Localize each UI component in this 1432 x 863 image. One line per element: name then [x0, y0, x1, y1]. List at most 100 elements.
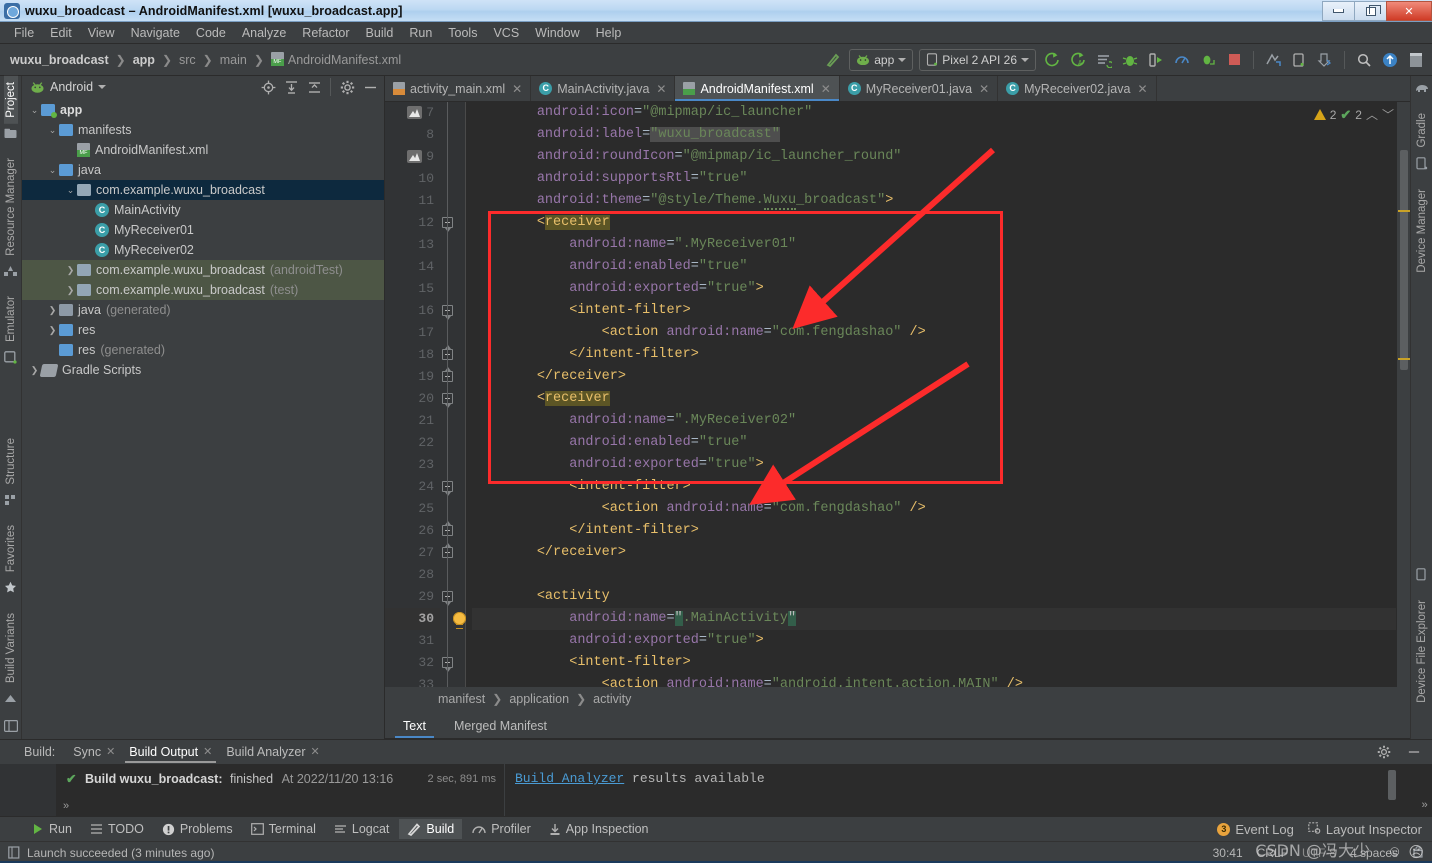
- code-line[interactable]: </receiver>: [472, 366, 1396, 388]
- line-number[interactable]: 24: [385, 476, 440, 498]
- bottom-tab-terminal[interactable]: Terminal: [243, 819, 324, 839]
- maximize-button[interactable]: [1354, 1, 1387, 21]
- code-line[interactable]: <activity: [472, 586, 1396, 608]
- next-problem-icon[interactable]: ﹀: [1382, 106, 1394, 123]
- image-preview-icon[interactable]: [407, 150, 422, 163]
- bottom-tab-todo[interactable]: TODO: [82, 819, 152, 839]
- chevron-down-icon[interactable]: ⌄: [28, 105, 41, 116]
- code-line[interactable]: <action android:name="com.fengdashao" />: [472, 322, 1396, 344]
- breadcrumb-item-2[interactable]: src: [175, 52, 200, 68]
- build-tab-build-output[interactable]: Build Output ✕: [123, 742, 218, 763]
- close-icon[interactable]: ✕: [1137, 82, 1147, 96]
- tree-row[interactable]: ⌄ com.example.wuxu_broadcast: [22, 180, 384, 200]
- code-line[interactable]: android:name=".MainActivity": [472, 608, 1396, 630]
- view-tab-merged-manifest[interactable]: Merged Manifest: [442, 716, 559, 738]
- line-number[interactable]: 32: [385, 652, 440, 674]
- console-scrollbar-thumb[interactable]: [1388, 770, 1396, 800]
- tree-row[interactable]: ·C MyReceiver01: [22, 220, 384, 240]
- code-line[interactable]: <intent-filter>: [472, 300, 1396, 322]
- breadcrumb-item-4[interactable]: AndroidManifest.xml: [267, 51, 405, 68]
- menu-item-window[interactable]: Window: [527, 24, 587, 42]
- line-number[interactable]: 31: [385, 630, 440, 652]
- bottom-tab-app-inspection[interactable]: App Inspection: [541, 819, 657, 839]
- layout-inspector-button[interactable]: Layout Inspector: [1308, 822, 1422, 837]
- editor-scrollbar-thumb[interactable]: [1400, 150, 1408, 370]
- xml-breadcrumb-item-manifest[interactable]: manifest: [438, 692, 485, 706]
- sidebar-item-emulator[interactable]: Emulator: [4, 290, 18, 348]
- line-number[interactable]: 8: [385, 124, 440, 146]
- search-icon[interactable]: [1354, 50, 1374, 70]
- line-number[interactable]: 11: [385, 190, 440, 212]
- run-icon[interactable]: [1042, 50, 1062, 70]
- build-analyzer-link[interactable]: Build Analyzer: [515, 771, 624, 786]
- stop-icon[interactable]: [1224, 50, 1244, 70]
- code-line[interactable]: android:icon="@mipmap/ic_launcher": [472, 102, 1396, 124]
- line-number[interactable]: 28: [385, 564, 440, 586]
- run-configuration-selector[interactable]: app: [849, 48, 914, 71]
- image-preview-icon[interactable]: [407, 106, 422, 119]
- code-line[interactable]: android:roundIcon="@mipmap/ic_launcher_r…: [472, 146, 1396, 168]
- code-line[interactable]: <action android:name="com.fengdashao" />: [472, 498, 1396, 520]
- code-line[interactable]: </intent-filter>: [472, 520, 1396, 542]
- sync-gradle-icon[interactable]: [1315, 50, 1335, 70]
- close-button[interactable]: ✕: [1386, 1, 1432, 21]
- close-icon[interactable]: ✕: [512, 82, 522, 96]
- chevron-right-icon[interactable]: ❯: [28, 365, 41, 376]
- code-line[interactable]: <receiver: [472, 212, 1396, 234]
- previous-problem-icon[interactable]: ︿: [1366, 106, 1378, 123]
- editor-tab-mainactivity-java[interactable]: C MainActivity.java ✕: [531, 76, 676, 101]
- event-log-button[interactable]: 3 Event Log: [1217, 822, 1294, 837]
- xml-breadcrumb-item-application[interactable]: application: [509, 692, 569, 706]
- tree-row[interactable]: ⌄ manifests: [22, 120, 384, 140]
- editor-tab-myreceiver02-java[interactable]: C MyReceiver02.java ✕: [998, 76, 1157, 101]
- sidebar-item-device-manager[interactable]: Device Manager: [1415, 183, 1429, 279]
- close-icon[interactable]: ✕: [979, 82, 989, 96]
- code-folding-column[interactable]: [440, 102, 456, 687]
- run-to-cursor-icon[interactable]: [1146, 50, 1166, 70]
- line-number[interactable]: 21: [385, 410, 440, 432]
- chevron-down-icon[interactable]: [98, 85, 107, 89]
- line-number[interactable]: 9: [385, 146, 440, 168]
- tree-row[interactable]: ❯ com.example.wuxu_broadcast (test): [22, 280, 384, 300]
- line-number[interactable]: 13: [385, 234, 440, 256]
- line-number[interactable]: 20: [385, 388, 440, 410]
- tree-row[interactable]: ⌄ app: [22, 100, 384, 120]
- code-line[interactable]: <receiver: [472, 388, 1396, 410]
- avd-manager-icon[interactable]: [1263, 50, 1283, 70]
- menu-item-refactor[interactable]: Refactor: [294, 24, 357, 42]
- sidebar-item-structure[interactable]: Structure: [4, 432, 18, 491]
- build-hammer-icon[interactable]: [823, 50, 843, 70]
- caret-position[interactable]: 30:41: [1213, 846, 1243, 860]
- code-line[interactable]: android:exported="true">: [472, 630, 1396, 652]
- file-encoding[interactable]: UTF-8: [1302, 846, 1336, 860]
- menu-item-run[interactable]: Run: [401, 24, 440, 42]
- code-line[interactable]: android:enabled="true": [472, 256, 1396, 278]
- line-number[interactable]: 18: [385, 344, 440, 366]
- line-number[interactable]: 25: [385, 498, 440, 520]
- menu-item-help[interactable]: Help: [588, 24, 630, 42]
- project-tree[interactable]: ⌄app⌄manifests·AndroidManifest.xml⌄java⌄…: [22, 98, 384, 739]
- menu-item-navigate[interactable]: Navigate: [123, 24, 188, 42]
- sidebar-item-device-file-explorer[interactable]: Device File Explorer: [1415, 594, 1429, 709]
- chevron-down-icon[interactable]: ⌄: [46, 165, 59, 176]
- emoji-feedback-icons[interactable]: ☺ ☹: [1387, 843, 1424, 861]
- select-opened-file-icon[interactable]: [258, 77, 278, 97]
- line-number[interactable]: 12: [385, 212, 440, 234]
- sidebar-item-build-variants[interactable]: Build Variants: [4, 607, 18, 689]
- menu-item-build[interactable]: Build: [358, 24, 402, 42]
- tree-row[interactable]: ❯ res: [22, 320, 384, 340]
- account-icon[interactable]: [1380, 50, 1400, 70]
- chevron-down-icon[interactable]: ⌄: [46, 125, 59, 136]
- terminal-strip-icon[interactable]: [3, 720, 18, 735]
- expand-chevron-icon[interactable]: »: [63, 800, 69, 812]
- close-icon[interactable]: ✕: [821, 82, 831, 96]
- menu-item-code[interactable]: Code: [188, 24, 234, 42]
- menu-item-file[interactable]: File: [6, 24, 42, 42]
- code-line[interactable]: [472, 564, 1396, 586]
- code-line[interactable]: android:name=".MyReceiver01": [472, 234, 1396, 256]
- tree-row[interactable]: ·C MyReceiver02: [22, 240, 384, 260]
- line-number[interactable]: 26: [385, 520, 440, 542]
- project-view-label[interactable]: Android: [50, 80, 93, 94]
- view-tab-text[interactable]: Text: [391, 716, 438, 738]
- line-number[interactable]: 22: [385, 432, 440, 454]
